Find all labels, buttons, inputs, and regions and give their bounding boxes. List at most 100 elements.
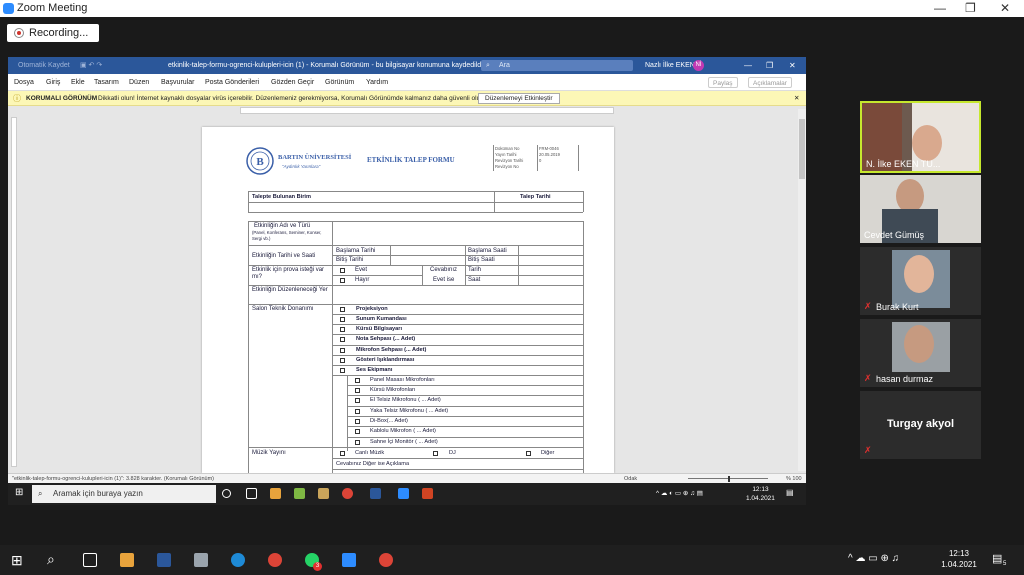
recording-indicator[interactable]: Recording... (7, 24, 99, 42)
scrollbar-thumb[interactable] (799, 119, 805, 179)
avatar (896, 179, 924, 213)
tech-checkbox[interactable] (340, 327, 345, 332)
music-dj-checkbox[interactable] (433, 451, 438, 456)
calculator-icon[interactable] (194, 553, 208, 567)
chrome-2-icon[interactable] (379, 553, 393, 567)
tray-icons[interactable]: ^ ☁ ▭ ⊕ ♫ (848, 553, 899, 564)
tab-posta[interactable]: Posta Gönderileri (205, 74, 259, 91)
tech-checkbox[interactable] (340, 358, 345, 363)
close-button[interactable]: ✕ (1000, 0, 1010, 17)
sound-item: Sahne İçi Monitör ( ... Adet) (370, 439, 438, 445)
tech-checkbox[interactable] (340, 368, 345, 373)
inner-clock[interactable]: 12:13 1.04.2021 (746, 485, 775, 503)
tech-checkbox[interactable] (340, 337, 345, 342)
inner-search-placeholder: Aramak için buraya yazın (53, 489, 143, 498)
participant-tile[interactable]: Cevdet Gümüş (860, 175, 981, 243)
autosave-toggle[interactable]: Otomatik Kaydet (18, 57, 70, 74)
participant-tile[interactable]: Turgay akyol ✗ (860, 391, 981, 459)
word-restore-button[interactable]: ❐ (766, 57, 773, 74)
inner-start-icon[interactable]: ⊞ (15, 487, 23, 498)
event-name-sub: (Panel, Konferans, Seminer, Konser, Serg… (252, 230, 322, 241)
tab-duzen[interactable]: Düzen (129, 74, 149, 91)
end-time-label: Bitiş Saati (468, 257, 495, 263)
inner-word-icon[interactable] (370, 488, 381, 499)
rehearsal-no-checkbox[interactable] (340, 278, 345, 283)
whatsapp-badge: 3 (313, 562, 322, 571)
tab-dosya[interactable]: Dosya (14, 74, 34, 91)
tab-yardim[interactable]: Yardım (366, 74, 388, 91)
inner-taskview-icon[interactable] (246, 488, 257, 499)
sound-checkbox[interactable] (355, 378, 360, 383)
protected-close-icon[interactable]: ✕ (794, 91, 799, 106)
participant-tile[interactable]: ✗ Burak Kurt (860, 247, 981, 315)
unit-label: Talepte Bulunan Birim (252, 194, 311, 200)
explorer-icon[interactable] (120, 553, 134, 567)
vertical-scrollbar[interactable] (798, 109, 806, 471)
edge-icon[interactable] (231, 553, 245, 567)
tab-gorunum[interactable]: Görünüm (325, 74, 354, 91)
tab-tasarim[interactable]: Tasarım (94, 74, 119, 91)
tab-giris[interactable]: Giriş (46, 74, 60, 91)
sound-checkbox[interactable] (355, 440, 360, 445)
inner-tray-icons[interactable]: ^ ☁ ◐ ▭ ⊕ ♫ ▤ (656, 489, 703, 497)
sound-checkbox[interactable] (355, 429, 360, 434)
inner-app-icon[interactable] (294, 488, 305, 499)
participant-tile[interactable]: ✗ hasan durmaz (860, 319, 981, 387)
inner-store-icon[interactable] (318, 488, 329, 499)
word-icon[interactable] (157, 553, 171, 567)
inner-zoom-icon[interactable] (398, 488, 409, 499)
inner-explorer-icon[interactable] (270, 488, 281, 499)
music-other-checkbox[interactable] (526, 451, 531, 456)
tab-ekle[interactable]: Ekle (71, 74, 85, 91)
taskview-icon[interactable] (83, 553, 97, 567)
vertical-ruler (11, 117, 17, 467)
sound-item: Yaka Telsiz Mikrofonu ( ... Adet) (370, 408, 449, 414)
music-live-checkbox[interactable] (340, 451, 345, 456)
share-button[interactable]: Paylaş (708, 77, 738, 88)
ribbon-tabs: Dosya Giriş Ekle Tasarım Düzen Başvurula… (8, 74, 806, 91)
sound-checkbox[interactable] (355, 398, 360, 403)
recording-label: Recording... (29, 27, 89, 39)
save-icon[interactable]: ▣ ↶ ↷ (80, 57, 102, 74)
tech-label: Salon Teknik Donanımı (252, 306, 314, 312)
rehearsal-yes-checkbox[interactable] (340, 268, 345, 273)
word-search-box[interactable]: ⌕ Ara (481, 60, 633, 71)
music-live-label: Canlı Müzik (355, 450, 385, 456)
university-name: BARTIN ÜNİVERSİTESİ (278, 154, 352, 161)
start-icon[interactable]: ⊞ (11, 552, 23, 569)
zoom-icon[interactable] (342, 553, 356, 567)
restore-button[interactable]: ❐ (965, 0, 976, 17)
user-avatar[interactable]: Nİ (693, 60, 704, 71)
inner-chrome-icon[interactable] (342, 488, 353, 499)
inner-search-box[interactable]: ⌕ Aramak için buraya yazın (32, 485, 216, 503)
meta-values: FRM-0046 20.05.2019 0 (539, 146, 560, 163)
inner-powerpoint-icon[interactable] (422, 488, 433, 499)
participant-tile[interactable]: N. İlke EKEN TU... (860, 101, 981, 173)
protected-message: Dikkatli olun! İnternet kaynaklı dosyala… (98, 95, 484, 102)
word-close-button[interactable]: ✕ (789, 57, 796, 74)
taskbar-clock[interactable]: 12:13 1.04.2021 (939, 548, 979, 570)
word-minimize-button[interactable]: — (744, 57, 752, 74)
comments-button[interactable]: Açıklamalar (748, 77, 792, 88)
tab-gozden-gecir[interactable]: Gözden Geçir (271, 74, 314, 91)
notification-icon[interactable]: ▤ (992, 552, 1002, 565)
sound-checkbox[interactable] (355, 419, 360, 424)
search-icon[interactable]: ⌕ (47, 551, 55, 568)
chrome-icon[interactable] (268, 553, 282, 567)
rehearsal-time-label: Saat (468, 277, 481, 283)
tab-basvurular[interactable]: Başvurular (161, 74, 194, 91)
sound-checkbox[interactable] (355, 409, 360, 414)
tech-checkbox[interactable] (340, 307, 345, 312)
zoom-slider-thumb[interactable] (728, 476, 730, 482)
enable-editing-button[interactable]: Düzenlemeyi Etkinleştir (478, 93, 560, 104)
sound-checkbox[interactable] (355, 388, 360, 393)
tech-checkbox[interactable] (340, 348, 345, 353)
participant-name: hasan durmaz (876, 374, 934, 384)
inner-notification-icon[interactable]: ▤ (786, 488, 794, 497)
sound-item: Di-Box(... Adet) (370, 418, 408, 424)
participant-name: Cevdet Gümüş (864, 230, 925, 240)
inner-cortana-icon[interactable] (222, 489, 231, 498)
minimize-button[interactable]: — (934, 0, 946, 17)
tech-checkbox[interactable] (340, 317, 345, 322)
svg-text:B: B (256, 156, 264, 168)
